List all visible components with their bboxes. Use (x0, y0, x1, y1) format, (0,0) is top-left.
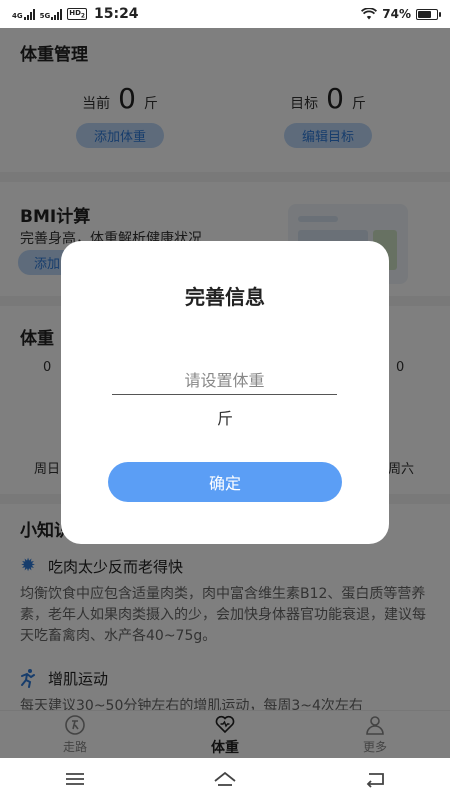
weight-input[interactable] (112, 367, 337, 395)
battery-icon (416, 8, 441, 20)
confirm-button[interactable]: 确定 (108, 462, 342, 502)
complete-info-dialog: 完善信息 斤 确定 (61, 241, 389, 544)
home-icon[interactable] (213, 769, 237, 789)
network-label-1: 4G (12, 11, 23, 20)
menu-icon[interactable] (63, 769, 87, 789)
dialog-title: 完善信息 (185, 285, 265, 309)
signal-icon-2: 5G (39, 8, 63, 20)
hd-voice-icon: HD2 (67, 7, 87, 21)
status-bar: 4G 5G HD2 15:24 74% (0, 0, 450, 28)
weight-unit-label: 斤 (216, 409, 233, 428)
signal-icon: 4G (12, 8, 35, 20)
wifi-icon (361, 8, 378, 20)
clock: 15:24 (93, 6, 139, 22)
back-icon[interactable] (363, 769, 387, 789)
battery-percent: 74% (382, 7, 411, 21)
network-label-2: 5G (39, 11, 51, 20)
system-nav-bar (0, 758, 450, 800)
